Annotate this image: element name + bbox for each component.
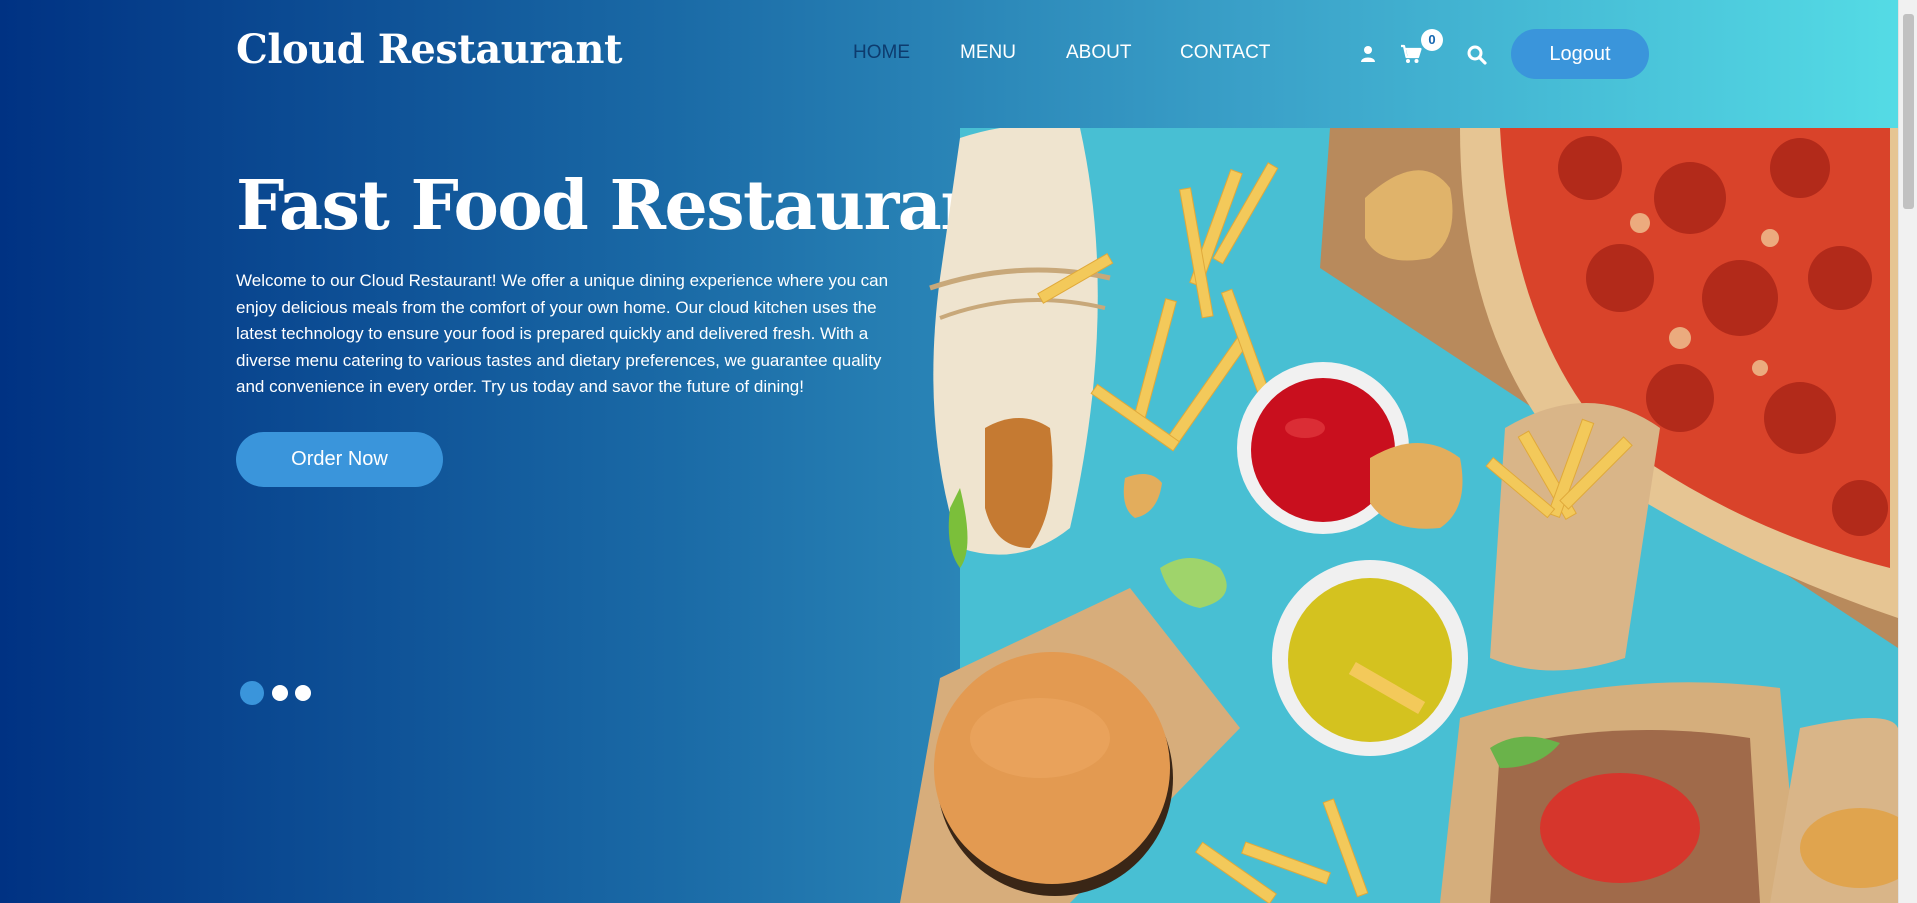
brand-logo[interactable]: Cloud Restaurant [236,26,622,73]
nav-contact[interactable]: CONTACT [1180,42,1270,64]
nav-about[interactable]: ABOUT [1066,42,1131,64]
search-icon[interactable] [1467,45,1487,70]
hero-food-image [900,128,1898,903]
scrollbar-thumb[interactable] [1903,14,1914,209]
nav-home[interactable]: HOME [853,42,910,64]
cart-count-badge: 0 [1421,29,1443,51]
slider-dot-3[interactable] [295,685,311,701]
page: Cloud Restaurant HOME MENU ABOUT CONTACT… [0,0,1898,903]
slider-dot-1[interactable] [240,681,264,705]
order-now-button[interactable]: Order Now [236,432,443,487]
scrollbar[interactable] [1898,0,1917,903]
hero-description: Welcome to our Cloud Restaurant! We offe… [236,271,889,396]
user-icon[interactable] [1360,45,1376,68]
slider-dot-2[interactable] [272,685,288,701]
nav-menu[interactable]: MENU [960,42,1016,64]
cart-icon[interactable] [1400,44,1422,69]
logout-button[interactable]: Logout [1511,29,1649,79]
